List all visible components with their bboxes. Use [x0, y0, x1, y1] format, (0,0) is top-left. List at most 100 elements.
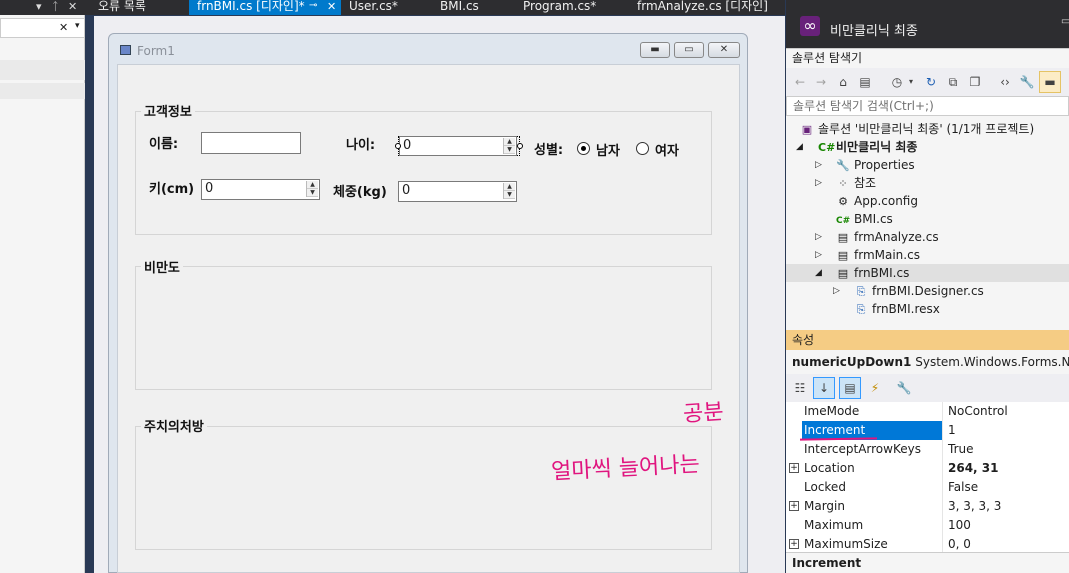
properties-object-selector[interactable]: numericUpDown1 System.Windows.Forms.Nume… — [786, 350, 1069, 374]
collapsed-arrow-icon[interactable]: ▷ — [815, 232, 822, 242]
expanded-arrow-icon[interactable]: ◢ — [796, 142, 803, 152]
tab-user-cs[interactable]: User.cs* — [341, 0, 406, 15]
property-value[interactable]: 1 — [948, 421, 956, 440]
close-button[interactable]: ✕ — [708, 42, 740, 58]
spin-down-icon[interactable]: ▼ — [504, 146, 515, 154]
property-name: InterceptArrowKeys — [804, 442, 921, 456]
properties-icon[interactable]: ▤ — [839, 377, 861, 399]
dropdown-icon[interactable]: ▾ — [36, 0, 42, 13]
back-icon[interactable]: ← — [792, 74, 808, 90]
expand-icon[interactable]: + — [789, 463, 799, 473]
property-pages-icon[interactable]: 🔧 — [896, 380, 912, 396]
list-row — [0, 60, 85, 80]
tree-item-properties[interactable]: 🔧 Properties — [836, 156, 915, 174]
spin-down-icon[interactable]: ▼ — [307, 189, 318, 197]
resize-handle-left[interactable] — [395, 143, 401, 149]
tree-item-label: 비만클리닉 최종 — [836, 140, 918, 154]
tree-item-frnbmi-resx[interactable]: ⎘ frnBMI.resx — [854, 300, 940, 318]
expanded-arrow-icon[interactable]: ◢ — [815, 268, 822, 278]
tree-item-project[interactable]: C#비만클리닉 최종 — [818, 138, 917, 156]
spin-up-icon[interactable]: ▲ — [307, 181, 318, 189]
tree-item-frnbmi-designer[interactable]: ⎘ frnBMI.Designer.cs — [854, 282, 984, 300]
tree-item-references[interactable]: ⁘ 참조 — [836, 174, 876, 192]
forward-icon[interactable]: → — [813, 74, 829, 90]
close-icon[interactable]: ✕ — [327, 0, 336, 13]
property-row[interactable]: + Location 264, 31 — [786, 459, 1069, 478]
categorized-icon[interactable]: ☷ — [792, 380, 808, 396]
resize-handle-right[interactable] — [517, 143, 523, 149]
alphabetical-icon[interactable]: ↓ — [813, 377, 835, 399]
collapsed-arrow-icon[interactable]: ▷ — [833, 286, 840, 296]
height-numeric-updown[interactable]: 0 ▲ ▼ — [201, 179, 320, 200]
weight-numeric-updown[interactable]: 0 ▲ ▼ — [398, 181, 517, 202]
property-row[interactable]: InterceptArrowKeys True — [786, 440, 1069, 459]
property-row[interactable]: Maximum 100 — [786, 516, 1069, 535]
switch-views-icon[interactable]: ▤ — [857, 74, 873, 90]
label-weight: 체중(kg) — [333, 185, 387, 200]
spin-up-icon[interactable]: ▲ — [504, 138, 515, 146]
groupbox-customer[interactable] — [135, 111, 712, 235]
preview-selected-icon[interactable]: ▬ — [1039, 71, 1061, 93]
pin-icon[interactable]: ⊸ — [309, 0, 317, 11]
property-value[interactable]: 3, 3, 3, 3 — [948, 497, 1001, 516]
property-value[interactable]: NoControl — [948, 402, 1008, 421]
column-divider[interactable] — [942, 402, 943, 552]
property-value[interactable]: False — [948, 478, 978, 497]
collapsed-arrow-icon[interactable]: ▷ — [815, 160, 822, 170]
events-icon[interactable]: ⚡ — [867, 380, 883, 396]
pin-icon[interactable]: ᛏ — [52, 0, 59, 13]
maximize-button[interactable]: ▭ — [674, 42, 704, 58]
view-code-icon[interactable]: ‹› — [997, 74, 1013, 90]
age-numeric-updown[interactable]: 0 ▲ ▼ — [399, 136, 517, 156]
height-spinner[interactable]: ▲ ▼ — [306, 181, 318, 197]
solution-search-input[interactable]: 솔루션 탐색기 검색(Ctrl+;) — [786, 96, 1069, 116]
collapsed-arrow-icon[interactable]: ▷ — [815, 178, 822, 188]
tree-item-bmi-cs[interactable]: C# BMI.cs — [836, 210, 893, 228]
expand-icon[interactable]: + — [789, 501, 799, 511]
radio-male[interactable] — [577, 142, 590, 155]
property-value[interactable]: 0, 0 — [948, 535, 971, 552]
collapsed-arrow-icon[interactable]: ▷ — [815, 250, 822, 260]
dropdown-icon[interactable]: ▾ — [75, 21, 80, 31]
tab-frmanalyze-designer[interactable]: frmAnalyze.cs [디자인] — [629, 0, 776, 15]
property-row[interactable]: Locked False — [786, 478, 1069, 497]
spin-down-icon[interactable]: ▼ — [504, 191, 515, 199]
tree-item-solution[interactable]: ▣ 솔루션 '비만클리닉 최종' (1/1개 프로젝트) — [800, 120, 1034, 138]
groupbox-obesity[interactable] — [135, 266, 712, 390]
property-value[interactable]: True — [948, 440, 974, 459]
property-row-selected[interactable]: Increment 1 — [786, 421, 1069, 441]
left-panel-search[interactable]: ✕ ▾ — [0, 18, 85, 38]
weight-spinner[interactable]: ▲ ▼ — [503, 183, 515, 199]
age-spinner[interactable]: ▲ ▼ — [503, 138, 515, 154]
tab-frnbmi-designer[interactable]: frnBMI.cs [디자인]* — [189, 0, 341, 15]
refresh-icon[interactable]: ↻ — [923, 74, 939, 90]
close-icon[interactable]: ✕ — [68, 0, 77, 13]
minimize-button[interactable]: ▬ — [640, 42, 670, 58]
tree-item-appconfig[interactable]: ⚙ App.config — [836, 192, 918, 210]
property-row[interactable]: + Margin 3, 3, 3, 3 — [786, 497, 1069, 516]
name-textbox[interactable] — [201, 132, 301, 154]
property-row[interactable]: + MaximumSize 0, 0 — [786, 535, 1069, 552]
show-all-files-icon[interactable]: ❐ — [967, 74, 983, 90]
property-value[interactable]: 264, 31 — [948, 459, 998, 478]
home-icon[interactable]: ⌂ — [835, 74, 851, 90]
property-value[interactable]: 100 — [948, 516, 971, 535]
tab-bmi-cs[interactable]: BMI.cs — [432, 0, 487, 15]
restore-icon[interactable]: ▭ — [1061, 16, 1069, 27]
tree-item-frmanalyze[interactable]: ▤ frmAnalyze.cs — [836, 228, 939, 246]
collapse-all-icon[interactable]: ⧉ — [945, 74, 961, 90]
tree-item-frmmain[interactable]: ▤ frmMain.cs — [836, 246, 920, 264]
radio-female[interactable] — [636, 142, 649, 155]
spin-up-icon[interactable]: ▲ — [504, 183, 515, 191]
expand-icon[interactable]: + — [789, 539, 799, 549]
tree-item-frnbmi[interactable]: ▤ frnBMI.cs — [836, 264, 910, 282]
groupbox-prescription[interactable] — [135, 426, 712, 550]
property-row[interactable]: ImeMode NoControl — [786, 402, 1069, 421]
object-name: numericUpDown1 — [792, 355, 912, 369]
clear-icon[interactable]: ✕ — [59, 21, 68, 34]
tab-program-cs[interactable]: Program.cs* — [515, 0, 604, 15]
tab-error-list[interactable]: 오류 목록 — [90, 0, 154, 15]
dropdown-icon[interactable]: ▾ — [903, 74, 919, 90]
groupbox-customer-label: 고객정보 — [141, 101, 195, 120]
properties-wrench-icon[interactable]: 🔧 — [1019, 74, 1035, 90]
